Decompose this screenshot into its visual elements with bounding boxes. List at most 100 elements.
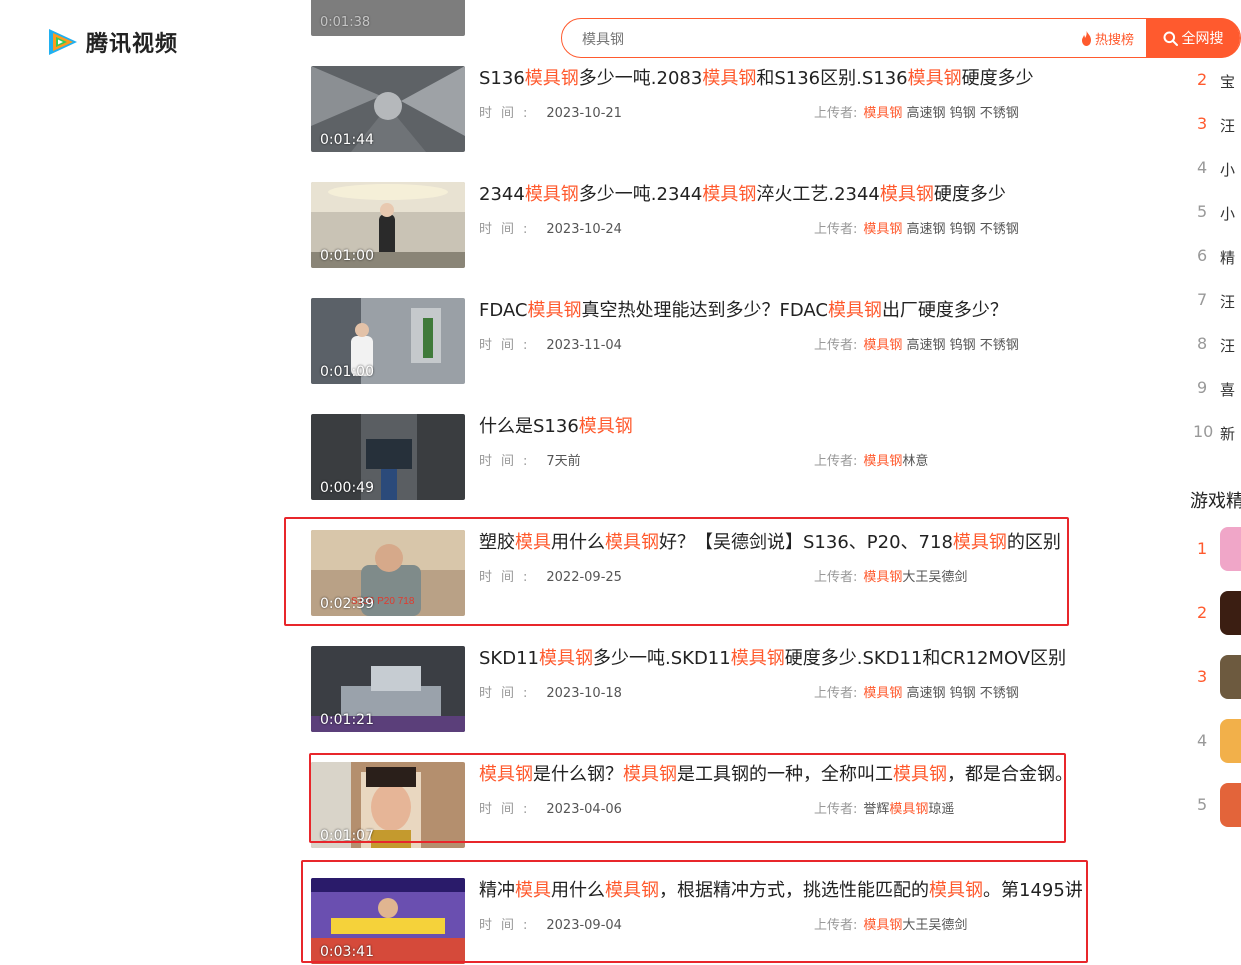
game-icon[interactable] (1220, 655, 1241, 699)
video-title-link[interactable]: SKD11模具钢多少一吨.SKD11模具钢硬度多少.SKD11和CR12MOV区… (479, 644, 1066, 670)
search-input[interactable]: 模具钢 (582, 29, 624, 49)
hot-rank-number: 7 (1197, 290, 1208, 309)
video-uploader: 上传者: 模具钢 高速钢 钨钢 不锈钢 (814, 334, 1019, 353)
title-text: FDAC (479, 300, 528, 321)
video-title-link[interactable]: 什么是S136模具钢 (479, 412, 633, 438)
keyword-highlight: 模具钢 (827, 300, 882, 321)
tencent-video-logo-icon (49, 29, 77, 55)
uploader-name-link[interactable]: 模具钢 高速钢 钨钢 不锈钢 (863, 338, 1018, 353)
flame-icon (1082, 31, 1091, 46)
game-icon[interactable] (1220, 591, 1241, 635)
hot-rank-title-link[interactable]: 宝 (1220, 71, 1235, 92)
game-rank-number: 2 (1197, 603, 1208, 622)
title-text: 多少一吨.2344 (578, 184, 703, 205)
video-thumbnail[interactable]: 0:01:21 (311, 646, 465, 732)
upload-date: 2023-10-24 (546, 222, 622, 237)
video-uploader: 上传者: 模具钢 高速钢 钨钢 不锈钢 (814, 218, 1019, 237)
video-duration: 0:00:49 (320, 480, 374, 496)
video-title-link[interactable]: FDAC模具钢真空热处理能达到多少？FDAC模具钢出厂硬度多少？ (479, 296, 1008, 322)
video-thumbnail-partial[interactable]: 0:01:38 (311, 0, 465, 36)
keyword-highlight: 模具钢 (863, 454, 903, 469)
uploader-text: 高速钢 钨钢 不锈钢 (902, 686, 1019, 701)
title-text: 2344 (479, 184, 525, 205)
uploader-text: 林意 (902, 454, 929, 469)
game-icon[interactable] (1220, 783, 1241, 827)
hot-rank-title-link[interactable]: 小 (1220, 203, 1235, 224)
highlight-box (301, 860, 1088, 963)
title-text: 什么是S136 (479, 416, 579, 437)
video-result-item[interactable]: 0:01:00 2344模具钢多少一吨.2344模具钢淬火工艺.2344模具钢硬度… (311, 182, 1091, 268)
hot-rank-title-link[interactable]: 喜 (1220, 379, 1235, 400)
search-bar: 模具钢 热搜榜 全网搜 (561, 18, 1241, 58)
hot-rank-number: 6 (1197, 246, 1208, 265)
uploader-label: 上传者: (814, 338, 858, 353)
hot-rank-title-link[interactable]: 汪 (1220, 115, 1235, 136)
upload-date: 2023-11-04 (546, 338, 622, 353)
video-thumbnail[interactable]: 0:00:49 (311, 414, 465, 500)
hot-rank-number: 2 (1197, 70, 1208, 89)
uploader-name-link[interactable]: 模具钢 高速钢 钨钢 不锈钢 (863, 222, 1018, 237)
uploader-name-link[interactable]: 模具钢林意 (863, 454, 928, 469)
video-duration: 0:01:00 (320, 248, 374, 264)
video-result-item[interactable]: 0:00:49 什么是S136模具钢 时间: 7天前 上传者: 模具钢林意 (311, 414, 1091, 500)
video-thumbnail[interactable]: 0:01:00 (311, 182, 465, 268)
title-text: 硬度多少 (961, 68, 1034, 89)
video-thumbnail[interactable]: 0:01:44 (311, 66, 465, 152)
time-label: 时间: (479, 686, 537, 701)
video-thumbnail[interactable]: 0:01:00 (311, 298, 465, 384)
highlight-box (309, 753, 1066, 843)
title-text: S136 (479, 68, 525, 89)
video-result-item[interactable]: 0:01:44 S136模具钢多少一吨.2083模具钢和S136区别.S136模具… (311, 66, 1091, 152)
hot-rank-title-link[interactable]: 小 (1220, 159, 1235, 180)
keyword-highlight: 模具钢 (863, 222, 903, 237)
video-result-item[interactable]: 0:01:21 SKD11模具钢多少一吨.SKD11模具钢硬度多少.SKD11和C… (311, 646, 1091, 732)
video-result-item[interactable]: 0:01:00 FDAC模具钢真空热处理能达到多少？FDAC模具钢出厂硬度多少？ 时… (311, 298, 1091, 384)
keyword-highlight: 模具钢 (702, 68, 757, 89)
hot-rank-number: 10 (1193, 422, 1214, 441)
game-rank-number: 3 (1197, 667, 1208, 686)
hot-search-label: 热搜榜 (1095, 33, 1135, 48)
keyword-highlight: 模具钢 (524, 184, 579, 205)
title-text: 和S136区别.S136 (756, 68, 908, 89)
time-label: 时间: (479, 338, 537, 353)
uploader-text: 高速钢 钨钢 不锈钢 (902, 338, 1019, 353)
uploader-label: 上传者: (814, 454, 858, 469)
highlight-box (284, 517, 1069, 626)
game-icon[interactable] (1220, 527, 1241, 571)
video-uploader: 上传者: 模具钢 高速钢 钨钢 不锈钢 (814, 682, 1019, 701)
keyword-highlight: 模具钢 (527, 300, 582, 321)
search-all-label: 全网搜 (1181, 31, 1224, 47)
video-upload-time: 时间: 2023-10-18 (479, 682, 622, 701)
hot-rank-number: 8 (1197, 334, 1208, 353)
game-rank-number: 5 (1197, 795, 1208, 814)
search-all-button[interactable]: 全网搜 (1146, 18, 1240, 58)
video-duration: 0:01:21 (320, 712, 374, 728)
video-title-link[interactable]: S136模具钢多少一吨.2083模具钢和S136区别.S136模具钢硬度多少 (479, 64, 1034, 90)
keyword-highlight: 模具钢 (863, 686, 903, 701)
site-logo[interactable]: 腾讯视频 (46, 26, 178, 58)
video-title-link[interactable]: 2344模具钢多少一吨.2344模具钢淬火工艺.2344模具钢硬度多少 (479, 180, 1006, 206)
hot-rank-title-link[interactable]: 精 (1220, 247, 1235, 268)
keyword-highlight: 模具钢 (524, 68, 579, 89)
uploader-name-link[interactable]: 模具钢 高速钢 钨钢 不锈钢 (863, 106, 1018, 121)
game-icon[interactable] (1220, 719, 1241, 763)
title-text: 淬火工艺.2344 (756, 184, 880, 205)
video-uploader: 上传者: 模具钢林意 (814, 450, 928, 469)
upload-date: 7天前 (546, 454, 581, 469)
keyword-highlight: 模具钢 (879, 184, 934, 205)
title-text: 多少一吨.SKD11 (593, 648, 731, 669)
brand-name: 腾讯视频 (86, 32, 179, 57)
title-text: 硬度多少.SKD11和CR12MOV区别 (784, 648, 1067, 669)
keyword-highlight: 模具钢 (907, 68, 962, 89)
video-upload-time: 时间: 2023-10-21 (479, 102, 622, 121)
hot-rank-title-link[interactable]: 汪 (1220, 335, 1235, 356)
hot-rank-number: 4 (1197, 158, 1208, 177)
hot-rank-number: 3 (1197, 114, 1208, 133)
hot-search-button[interactable]: 热搜榜 (1080, 29, 1134, 48)
hot-rank-number: 9 (1197, 378, 1208, 397)
hot-rank-title-link[interactable]: 汪 (1220, 291, 1235, 312)
uploader-name-link[interactable]: 模具钢 高速钢 钨钢 不锈钢 (863, 686, 1018, 701)
hot-rank-title-link[interactable]: 新 (1220, 423, 1235, 444)
time-label: 时间: (479, 222, 537, 237)
video-upload-time: 时间: 2023-10-24 (479, 218, 622, 237)
